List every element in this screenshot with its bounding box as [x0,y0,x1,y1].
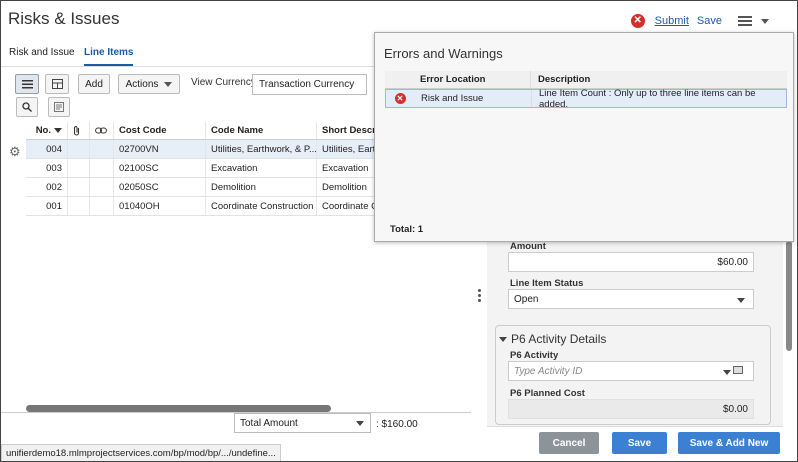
p6-activity-label: P6 Activity [510,350,559,361]
error-location: Risk and Issue [414,90,532,107]
tab-line-items[interactable]: Line Items [84,47,134,66]
column-header-code-name[interactable]: Code Name [206,122,317,139]
line-items-grid: No. Cost Code Code Name Short Descr 004 … [26,122,377,216]
error-x-icon[interactable]: ✕ [630,14,645,28]
paperclip-icon [68,122,90,139]
save-link[interactable]: Save [697,15,722,27]
grid-view-icon[interactable] [45,74,69,94]
actions-dropdown[interactable]: Actions [118,74,180,94]
cell-code-name: Demolition [206,178,317,196]
cell-no: 002 [26,178,68,196]
cell-link [90,140,114,158]
error-row[interactable]: ✕ Risk and Issue Line Item Count : Only … [385,87,787,110]
cell-no: 003 [26,159,68,177]
total-amount-value: : $160.00 [376,419,418,430]
column-header-description: Description [538,74,591,85]
view-currency-select[interactable]: Transaction Currency [252,74,367,95]
hamburger-menu-icon[interactable] [738,16,752,26]
amount-field[interactable]: $60.00 [508,252,754,272]
save-button[interactable]: Save [612,432,667,454]
search-icon[interactable] [16,97,38,117]
filter-icon[interactable] [48,97,70,117]
p6-planned-cost-field: $0.00 [508,399,754,419]
amount-label: Amount [510,241,546,252]
p6-activity-input[interactable]: Type Activity ID [508,361,754,381]
add-button[interactable]: Add [78,74,110,94]
errors-warnings-popup: Errors and Warnings Error Location Descr… [374,32,794,242]
chevron-down-icon [356,421,364,426]
table-row[interactable]: 003 02100SC Excavation Excavation [26,159,377,178]
table-row[interactable]: 001 01040OH Coordinate Construction Coor… [26,197,377,216]
errors-table: Error Location Description ✕ Risk and Is… [385,71,787,110]
cell-attachment [68,140,90,158]
popup-title: Errors and Warnings [384,46,503,61]
cell-cost-code: 01040OH [114,197,206,215]
gear-icon[interactable]: ⚙ [9,144,21,160]
p6-planned-cost-label: P6 Planned Cost [510,388,585,399]
error-icon-cell: ✕ [386,93,414,104]
picker-icon[interactable] [733,366,743,374]
cell-short-desc: Demolition [322,181,367,193]
cell-link [90,159,114,177]
app-window: Risks & Issues ✕ Submit Save Risk and Is… [0,0,798,462]
column-header-short-desc[interactable]: Short Descr [317,122,377,139]
total-amount-select[interactable]: Total Amount [234,413,371,433]
view-currency-label: View Currency [191,77,256,88]
cell-code-name: Utilities, Earthwork, & P... [206,140,317,158]
cell-no: 001 [26,197,68,215]
chevron-down-icon [164,81,173,87]
cell-short-desc: Excavation [322,162,369,174]
chevron-down-icon [737,298,745,303]
cell-link [90,197,114,215]
list-view-icon[interactable] [15,74,39,94]
cell-link [90,178,114,196]
cell-attachment [68,159,90,177]
grid-header-row: No. Cost Code Code Name Short Descr [26,122,377,140]
errors-header-row: Error Location Description [385,71,787,89]
column-header-no-label: No. [35,125,51,136]
p6-section-title: P6 Activity Details [511,332,607,346]
column-header-cost-code[interactable]: Cost Code [114,122,206,139]
error-x-icon: ✕ [394,93,406,104]
sort-down-icon [54,128,62,133]
page-title: Risks & Issues [8,9,120,28]
table-row[interactable]: 002 02050SC Demolition Demolition [26,178,377,197]
p6-activity-placeholder: Type Activity ID [514,366,583,377]
total-amount-label: Total Amount [240,418,298,429]
table-row[interactable]: 004 02700VN Utilities, Earthwork, & P...… [26,140,377,159]
error-description: Line Item Count : Only up to three line … [539,87,756,110]
collapse-triangle-icon [499,337,507,343]
tab-risk-and-issue[interactable]: Risk and Issue [9,47,75,58]
cell-attachment [68,178,90,196]
errors-total: Total: 1 [390,224,424,235]
actions-label: Actions [125,78,159,90]
cell-code-name: Coordinate Construction [206,197,317,215]
p6-section-header[interactable]: P6 Activity Details [499,332,606,346]
link-icon [90,122,114,139]
save-and-add-new-button[interactable]: Save & Add New [678,432,780,454]
cell-cost-code: 02100SC [114,159,206,177]
chevron-down-icon[interactable] [723,370,731,375]
line-item-status-select[interactable]: Open [508,289,754,309]
column-header-no[interactable]: No. [26,122,68,139]
cell-cost-code: 02700VN [114,140,206,158]
header-actions: ✕ Submit Save [630,14,769,28]
cell-short-desc: Coordinate C [322,200,377,212]
line-item-status-label: Line Item Status [510,278,584,289]
cell-attachment [68,197,90,215]
cell-code-name: Excavation [206,159,317,177]
column-header-error-location: Error Location [413,71,531,88]
cell-short-desc: Utilities, Earth [322,143,377,155]
line-item-status-value: Open [514,294,539,305]
browser-status-url: unifierdemo18.mlmprojectservices.com/bp/… [1,444,281,461]
panel-splitter-handle[interactable] [478,289,481,304]
chevron-down-icon[interactable] [761,18,769,24]
cell-no: 004 [26,140,68,158]
cell-cost-code: 02050SC [114,178,206,196]
cancel-button[interactable]: Cancel [539,432,599,454]
vertical-scrollbar[interactable] [786,241,792,351]
horizontal-scrollbar[interactable] [26,405,331,412]
submit-link[interactable]: Submit [655,15,689,27]
